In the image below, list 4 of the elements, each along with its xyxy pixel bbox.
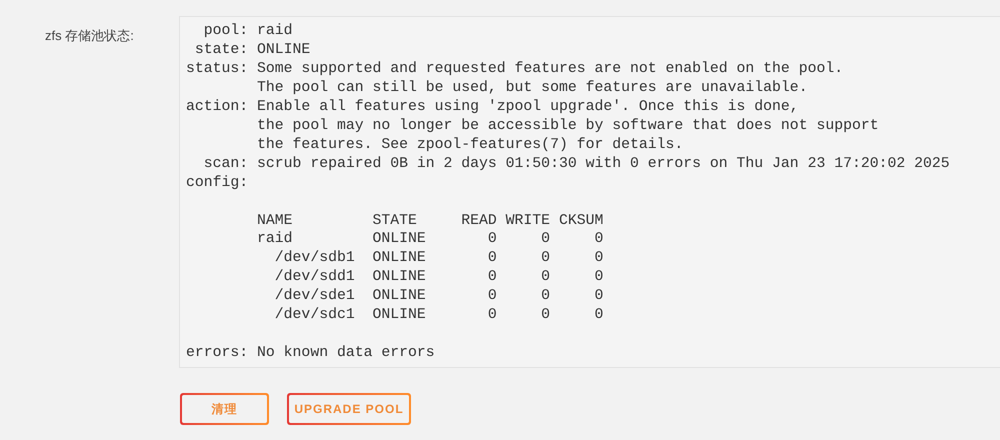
clean-button[interactable]: 清理 bbox=[180, 393, 269, 426]
upgrade-pool-button[interactable]: UPGRADE POOL bbox=[287, 393, 411, 426]
pool-status-output: pool: raid state: ONLINE status: Some supported and requested features are not enabled on the pool. The pool can still be used, but some features are unavailable. action: Enable all features using 'zpool upgrade'. Once this is done, the pool may no longer be accessible by software that does not support the features. See zpool-features(7) for details. scan: scrub repaired 0B in 2 days 01:50:30 with 0 errors on Thu Jan 23 17:20:02 2025 config: NAME STATE READ WRITE CKSUM raid ONLINE 0 0 0 /dev/sdb1 ONLINE 0 0 0 /dev/sdd1 ONLINE 0 0 0 /dev/sde1 ONLINE 0 0 0 /dev/sdc1 ONLINE 0 0 0 errors: No known data errors bbox=[179, 16, 1000, 368]
field-label: zfs 存储池状态: bbox=[45, 28, 134, 43]
